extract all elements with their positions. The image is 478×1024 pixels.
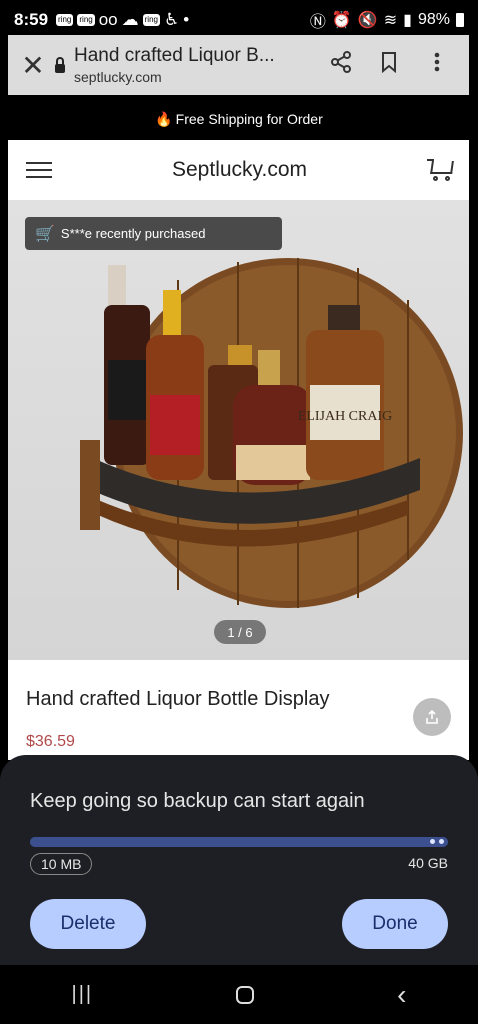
browser-toolbar: ✕ Hand crafted Liquor B... septlucky.com: [8, 35, 469, 95]
cloud-icon: ☁: [121, 10, 139, 29]
dot-icon: •: [183, 10, 190, 29]
promo-text: Free Shipping for Order: [175, 111, 323, 127]
voicemail-icon: oo: [98, 10, 118, 29]
home-icon[interactable]: [236, 985, 255, 1004]
battery-icon: [456, 13, 464, 27]
wifi-icon: ≋: [383, 12, 398, 29]
lock-icon[interactable]: [50, 56, 70, 73]
backup-size-current: 10 MB: [30, 853, 93, 875]
ring-badge: ring: [56, 14, 74, 26]
backup-size-total: 40 GB: [408, 855, 448, 871]
image-counter: 1 / 6: [214, 620, 266, 644]
product-image[interactable]: ELIJAH CRAIG 🛒 S***e recently purchased …: [8, 200, 469, 660]
close-icon[interactable]: ✕: [16, 49, 50, 82]
ring-badge: ring: [142, 14, 160, 26]
backup-sheet: Keep going so backup can start again 10 …: [0, 755, 478, 965]
status-bar: 8:59 ring ring oo ☁ ring ♿ • Ⓝ ⏰ 🔇 ≋ ▮ 9…: [0, 0, 478, 40]
done-button[interactable]: Done: [342, 899, 448, 949]
accessibility-icon: ♿: [163, 10, 180, 29]
backup-message: Keep going so backup can start again: [30, 790, 365, 812]
product-title: Hand crafted Liquor Bottle Display: [26, 688, 330, 710]
product-price: $36.59: [26, 733, 75, 750]
bottle-label-text: ELIJAH CRAIG: [298, 409, 393, 424]
purchase-toast-text: S***e recently purchased: [60, 226, 206, 241]
share-icon[interactable]: [413, 698, 451, 736]
ring-badge: ring: [77, 14, 95, 26]
product-info: Hand crafted Liquor Bottle Display $36.5…: [8, 660, 469, 760]
status-time: 8:59: [14, 10, 49, 29]
site-name[interactable]: Septlucky.com: [52, 158, 427, 182]
delete-button[interactable]: Delete: [30, 899, 146, 949]
page-title: Hand crafted Liquor B...: [74, 45, 275, 66]
nfc-icon: Ⓝ: [309, 14, 326, 31]
site-header: Septlucky.com: [8, 140, 469, 200]
hamburger-menu-icon[interactable]: [26, 157, 52, 183]
mute-icon: 🔇: [357, 12, 378, 29]
purchase-toast: 🛒 S***e recently purchased: [25, 217, 282, 250]
system-nav-bar: ||| ‹: [0, 965, 478, 1024]
signal-icon: ▮: [403, 12, 412, 29]
back-icon[interactable]: ‹: [397, 979, 406, 1011]
page-domain: septlucky.com: [74, 69, 162, 85]
product-photo: ELIJAH CRAIG: [80, 258, 463, 608]
more-vert-icon[interactable]: [413, 51, 461, 79]
status-notifications: ring ring oo ☁ ring ♿ •: [56, 10, 189, 30]
share-icon[interactable]: [317, 51, 365, 79]
battery-percent: 98%: [417, 11, 450, 28]
alarm-icon: ⏰: [331, 12, 352, 29]
flame-icon: 🔥: [155, 110, 173, 127]
backup-progress-bar: [30, 837, 448, 847]
recent-apps-icon[interactable]: |||: [72, 983, 94, 1006]
cart-icon: 🛒: [35, 225, 55, 243]
bookmark-icon[interactable]: [365, 51, 413, 79]
backup-progress-fill: [30, 837, 448, 847]
status-system-icons: Ⓝ ⏰ 🔇 ≋ ▮ 98%: [310, 8, 464, 32]
progress-dots: [430, 839, 444, 844]
url-block[interactable]: Hand crafted Liquor B... septlucky.com: [74, 45, 317, 85]
cart-icon[interactable]: [427, 156, 455, 184]
promo-banner: 🔥 Free Shipping for Order: [0, 100, 478, 138]
